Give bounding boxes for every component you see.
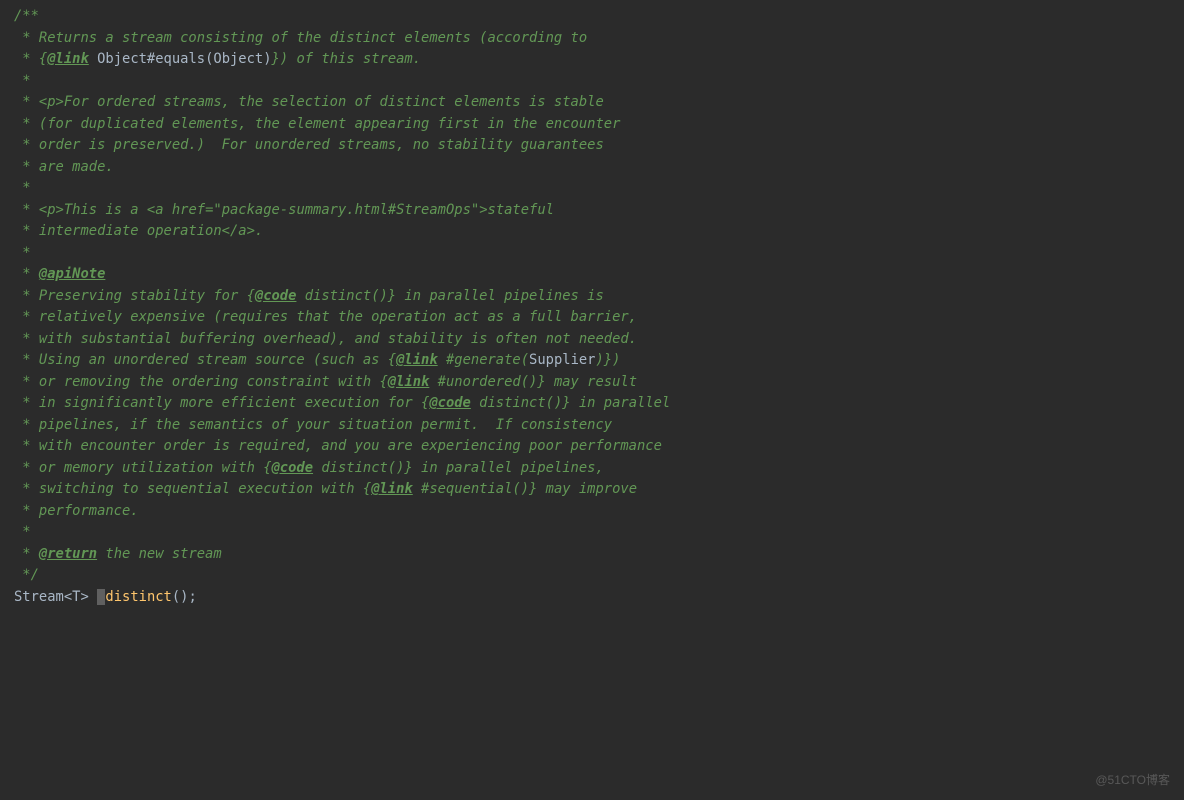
javadoc-line: * {@link Object#equals(Object)}) of this…	[14, 51, 421, 67]
javadoc-line: *	[14, 245, 31, 261]
javadoc-link-tag: @link	[388, 374, 430, 390]
method-declaration: Stream<T> distinct();	[14, 589, 197, 605]
method-name: distinct	[105, 589, 171, 605]
html-href: package-summary.html#StreamOps	[222, 202, 471, 218]
javadoc-line: *	[14, 180, 31, 196]
javadoc-line: * in significantly more efficient execut…	[14, 395, 670, 411]
code-block: /** * Returns a stream consisting of the…	[0, 0, 1184, 608]
javadoc-line: * @apiNote	[14, 266, 105, 282]
javadoc-line: * intermediate operation</a>.	[14, 223, 263, 239]
html-p-tag: <p>	[39, 94, 64, 110]
javadoc-link-tag: @link	[47, 51, 89, 67]
javadoc-return-tag: @return	[39, 546, 97, 562]
javadoc-line: * relatively expensive (requires that th…	[14, 309, 637, 325]
javadoc-line: * or memory utilization with {@code dist…	[14, 460, 604, 476]
javadoc-line: * order is preserved.) For unordered str…	[14, 137, 604, 153]
javadoc-line: *	[14, 73, 31, 89]
javadoc-line: *	[14, 524, 31, 540]
javadoc-apinote-tag: @apiNote	[39, 266, 105, 282]
javadoc-line: * @return the new stream	[14, 546, 222, 562]
javadoc-line: * switching to sequential execution with…	[14, 481, 637, 497]
javadoc-line: * pipelines, if the semantics of your si…	[14, 417, 612, 433]
javadoc-line: * (for duplicated elements, the element …	[14, 116, 620, 132]
javadoc-line: * or removing the ordering constraint wi…	[14, 374, 637, 390]
javadoc-link-tag: @link	[371, 481, 413, 497]
html-p-tag: <p>	[39, 202, 64, 218]
return-type: Stream	[14, 589, 64, 605]
javadoc-line: * Preserving stability for {@code distin…	[14, 288, 604, 304]
javadoc-open: /**	[14, 8, 39, 24]
link-target: Object#equals(Object)	[97, 51, 271, 67]
javadoc-line: * <p>This is a <a href="package-summary.…	[14, 202, 554, 218]
watermark: @51CTO博客	[1095, 771, 1170, 790]
javadoc-line: * <p>For ordered streams, the selection …	[14, 94, 604, 110]
javadoc-close: */	[14, 567, 39, 583]
javadoc-line: * Using an unordered stream source (such…	[14, 352, 620, 368]
javadoc-line: * are made.	[14, 159, 114, 175]
javadoc-code-tag: @code	[272, 460, 314, 476]
javadoc-link-tag: @link	[396, 352, 438, 368]
html-a-close: </a>	[222, 223, 255, 239]
javadoc-line: * Returns a stream consisting of the dis…	[14, 30, 587, 46]
html-a-open: <a href="	[147, 202, 222, 218]
javadoc-line: * with substantial buffering overhead), …	[14, 331, 637, 347]
javadoc-code-tag: @code	[429, 395, 471, 411]
javadoc-code-tag: @code	[255, 288, 297, 304]
link-target: Supplier	[529, 352, 595, 368]
javadoc-line: * with encounter order is required, and …	[14, 438, 662, 454]
javadoc-line: * performance.	[14, 503, 139, 519]
